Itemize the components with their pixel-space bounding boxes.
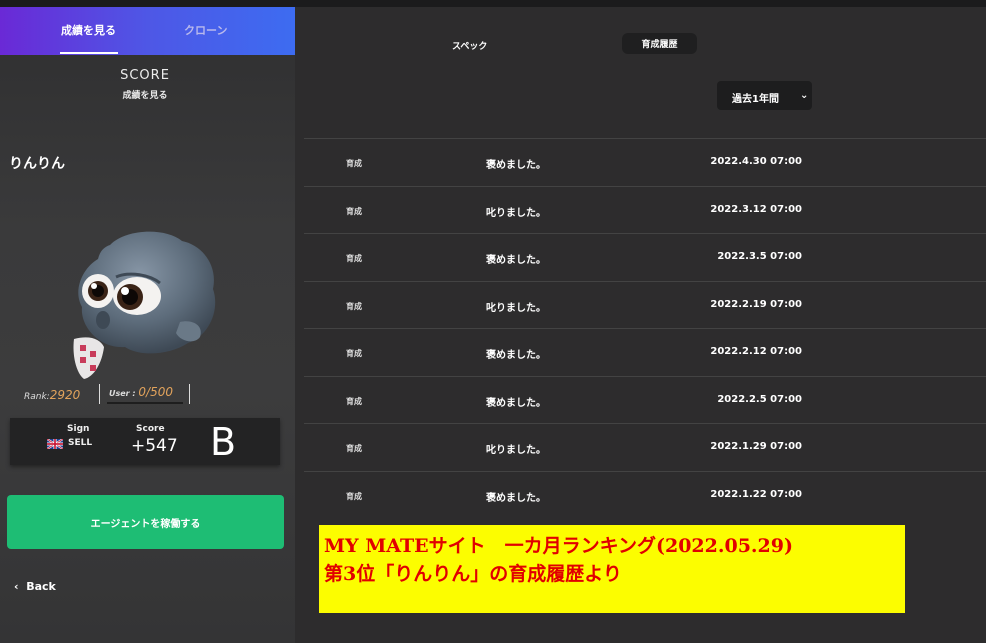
divider	[99, 384, 100, 404]
list-item: 育成 褒めました。 2022.2.5 07:00	[304, 375, 986, 424]
divider	[189, 384, 190, 404]
chevron-down-icon: ⌄	[800, 90, 809, 101]
list-item: 育成 褒めました。 2022.2.12 07:00	[304, 328, 986, 376]
history-type: 育成	[346, 349, 362, 358]
history-date: 2022.3.5 07:00	[717, 251, 802, 262]
active-tab-indicator	[60, 52, 118, 54]
history-date: 2022.1.22 07:00	[710, 488, 802, 500]
list-item: 育成 褒めました。 2022.3.5 07:00	[304, 233, 986, 281]
rank-label: Rank:	[24, 392, 50, 402]
user-value: 0/500	[138, 385, 173, 399]
history-type: 育成	[346, 491, 362, 501]
rank-stat: Rank:2920	[24, 388, 80, 402]
history-action: 褒めました。	[486, 350, 546, 361]
score-label: Score	[136, 424, 165, 434]
top-bar	[0, 0, 986, 7]
sign-label: Sign	[67, 424, 90, 434]
history-type: 育成	[346, 396, 362, 406]
score-title: SCORE	[120, 68, 170, 83]
sign-value: SELL	[68, 438, 93, 448]
history-list: 育成 褒めました。 2022.4.30 07:00 育成 叱りました。 2022…	[304, 138, 986, 518]
list-item: 育成 叱りました。 2022.2.19 07:00	[304, 280, 986, 329]
user-label: User :	[109, 389, 139, 398]
history-action: 褒めました。	[486, 397, 546, 409]
history-date: 2022.2.19 07:00	[710, 298, 802, 310]
history-action: 褒めました。	[486, 255, 546, 266]
back-label: Back	[26, 580, 56, 593]
score-subtitle: 成績を見る	[122, 91, 168, 101]
history-type: 育成	[346, 254, 362, 263]
uk-flag-icon	[47, 439, 63, 449]
left-panel: 成績を見る クローン SCORE 成績を見る りんりん Rank:2920 Us…	[0, 7, 295, 643]
run-agent-button[interactable]: エージェントを稼働する	[7, 495, 284, 549]
period-select[interactable]: 過去1年間 ⌄	[717, 81, 812, 110]
user-stat: User : 0/500	[109, 385, 173, 399]
history-date: 2022.2.5 07:00	[717, 393, 802, 405]
tab-history[interactable]: 育成履歴	[622, 33, 697, 54]
list-item: 育成 褒めました。 2022.1.22 07:00	[304, 470, 986, 519]
caption-line-2: 第3位「りんりん」の育成履歴より	[324, 563, 622, 585]
caption-line-1: MY MATEサイト 一カ月ランキング(2022.05.29)	[324, 535, 793, 557]
history-date: 2022.3.12 07:00	[710, 203, 802, 215]
history-date: 2022.2.12 07:00	[710, 346, 802, 357]
history-action: 褒めました。	[486, 492, 546, 504]
mate-name: りんりん	[9, 156, 65, 172]
mate-avatar	[73, 231, 216, 379]
back-link[interactable]: ‹ Back	[14, 580, 56, 593]
score-value: +547	[131, 436, 178, 456]
history-type: 育成	[346, 159, 362, 168]
caption-box: MY MATEサイト 一カ月ランキング(2022.05.29) 第3位「りんりん…	[319, 525, 905, 613]
tab-bar: 成績を見る クローン	[0, 7, 295, 55]
list-item: 育成 叱りました。 2022.3.12 07:00	[304, 185, 986, 234]
list-item: 育成 褒めました。 2022.4.30 07:00	[304, 138, 986, 186]
history-type: 育成	[346, 301, 362, 311]
tab-clone[interactable]: クローン	[184, 22, 227, 38]
history-action: 叱りました。	[486, 207, 546, 219]
history-type: 育成	[346, 206, 362, 216]
tab-spec[interactable]: スペック	[452, 39, 487, 52]
app-root: 成績を見る クローン SCORE 成績を見る りんりん Rank:2920 Us…	[0, 0, 986, 643]
history-type: 育成	[346, 444, 362, 453]
grade-letter: B	[210, 420, 237, 464]
history-action: 叱りました。	[486, 302, 546, 314]
score-box: Sign SELL Score +547 B	[10, 418, 280, 465]
history-date: 2022.1.29 07:00	[710, 441, 802, 452]
list-item: 育成 叱りました。 2022.1.29 07:00	[304, 423, 986, 471]
chevron-left-icon: ‹	[14, 580, 19, 593]
tab-score[interactable]: 成績を見る	[61, 22, 116, 38]
rank-value: 2920	[49, 388, 81, 402]
history-action: 褒めました。	[486, 160, 546, 171]
history-date: 2022.4.30 07:00	[710, 156, 802, 167]
history-action: 叱りました。	[486, 445, 546, 456]
user-progress-bar	[107, 402, 183, 404]
period-select-value: 過去1年間	[732, 94, 779, 105]
